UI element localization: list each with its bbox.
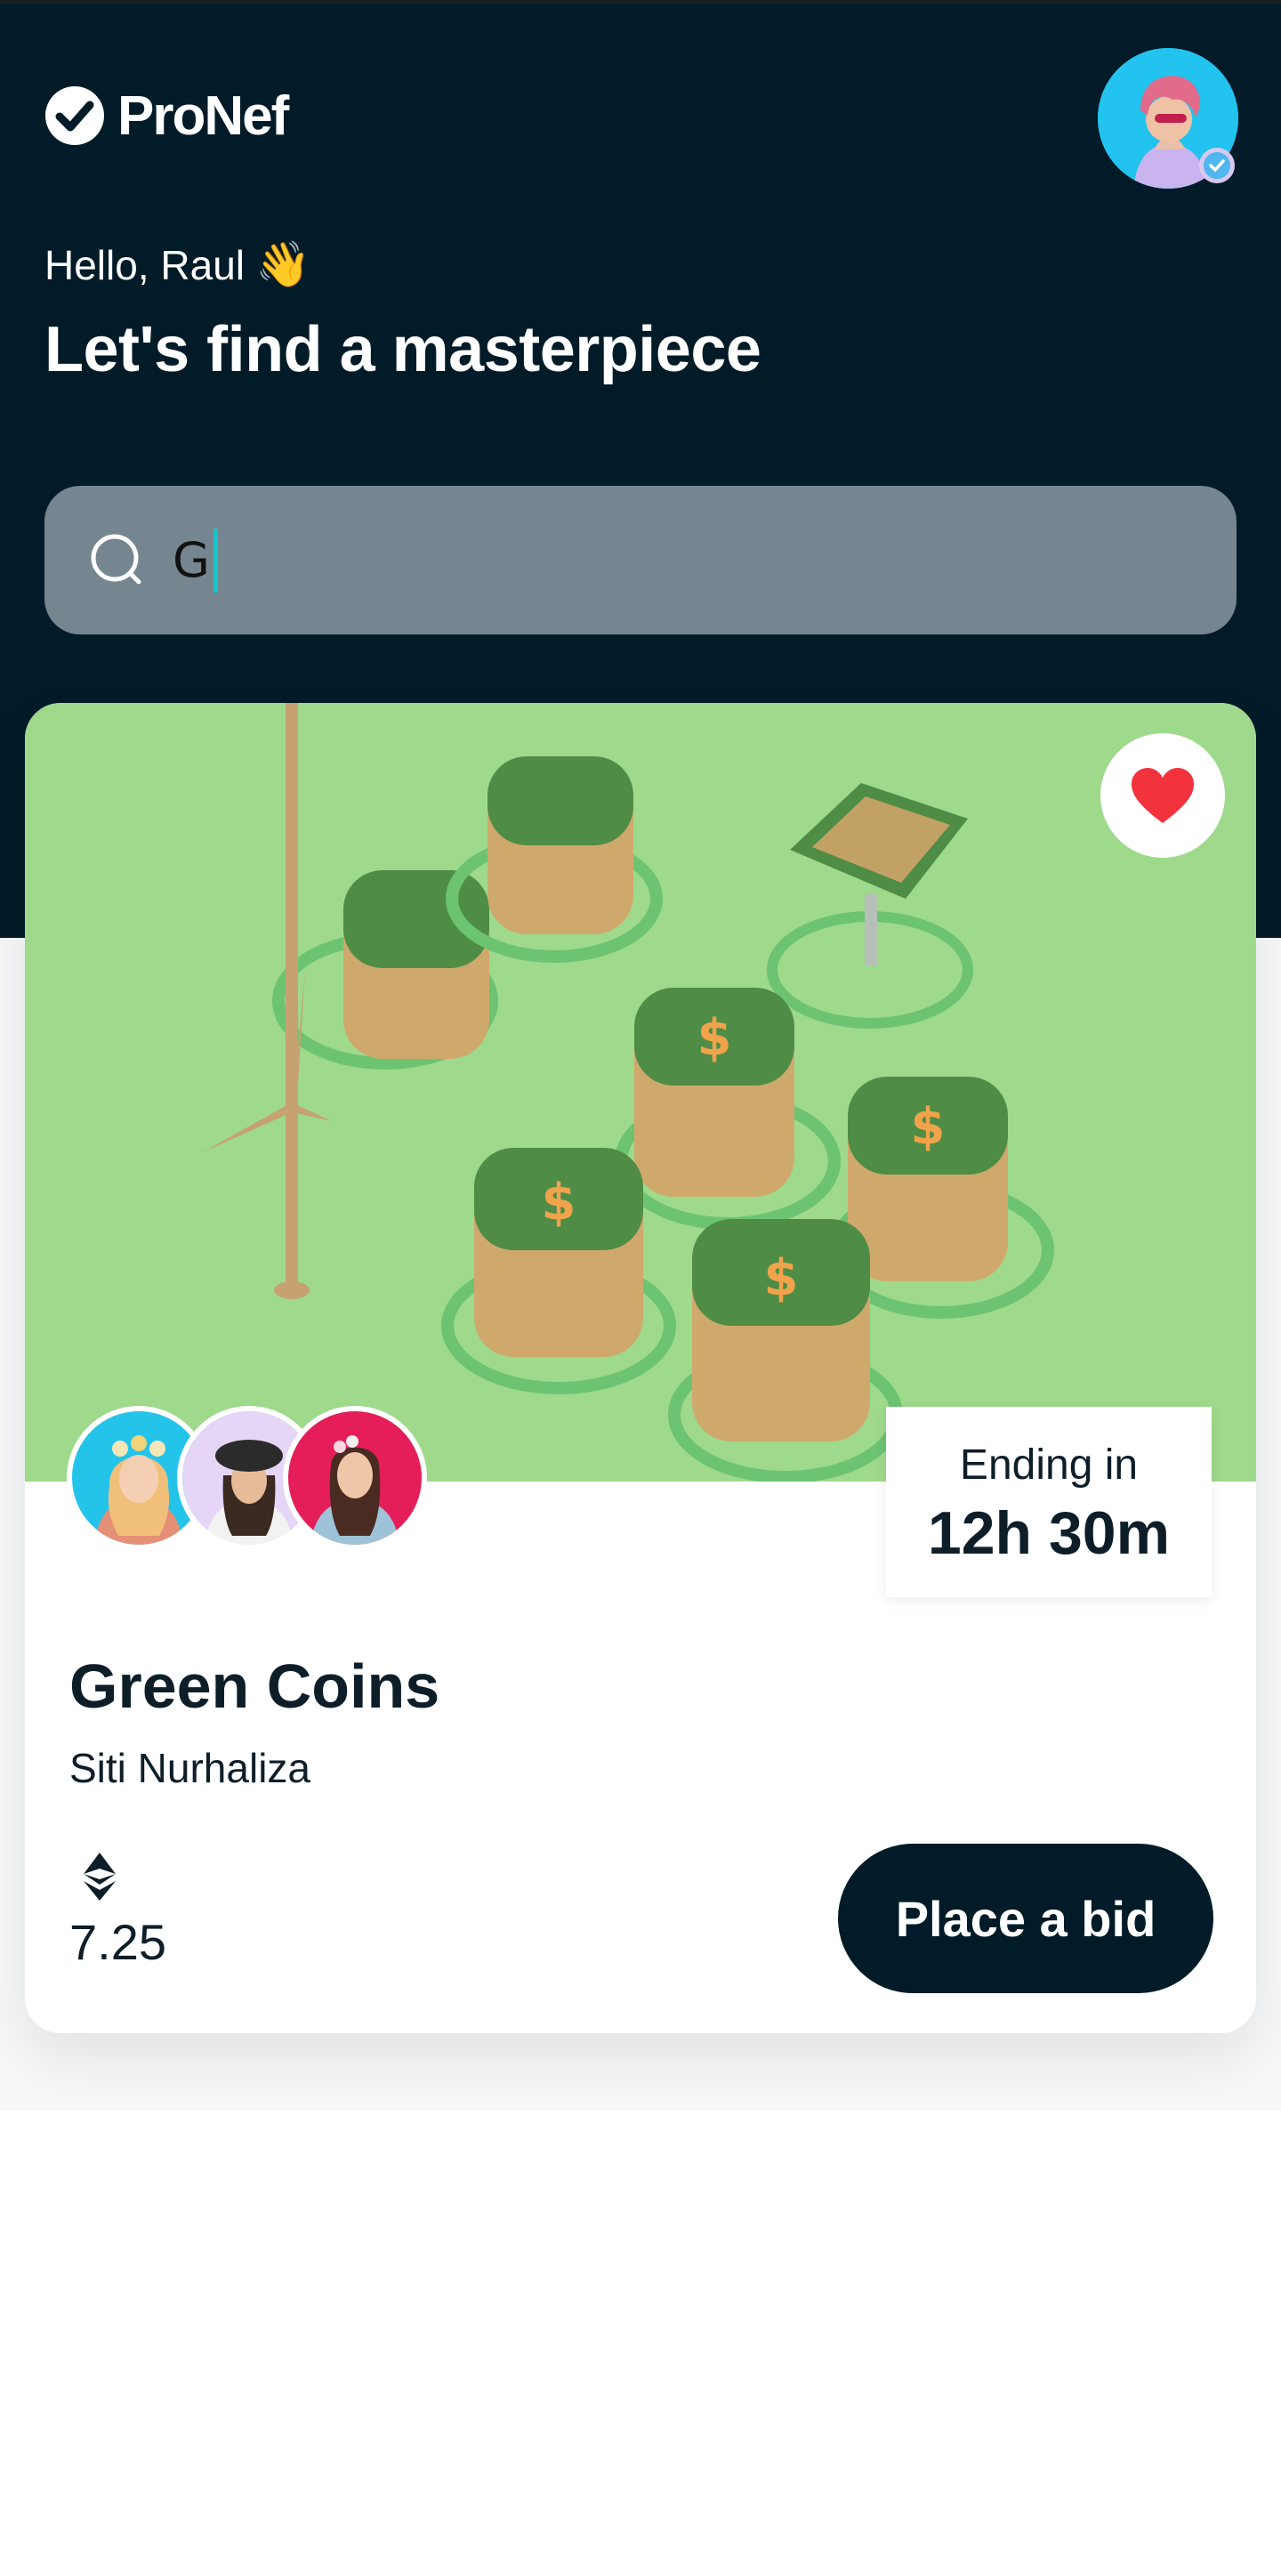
artwork-image: $ $ $ $ <box>25 703 1256 1482</box>
svg-text:$: $ <box>542 1174 576 1231</box>
timer-value: 12h 30m <box>927 1499 1171 1567</box>
search-value: G <box>173 532 210 588</box>
ethereum-icon <box>84 1853 116 1901</box>
greeting-text: Hello, Raul <box>44 241 245 288</box>
svg-text:$: $ <box>911 1098 946 1156</box>
nft-card[interactable]: $ $ $ $ Ending in 12h 30m Green Coins Si… <box>25 703 1256 2033</box>
place-bid-button[interactable]: Place a bid <box>838 1844 1213 1993</box>
favorite-button[interactable] <box>1100 733 1225 858</box>
brand-logo[interactable]: ProNef <box>44 85 289 147</box>
search-input[interactable]: G <box>44 486 1237 634</box>
heart-icon <box>1132 768 1194 823</box>
search-field-value[interactable]: G <box>173 528 218 593</box>
nft-title: Green Coins <box>69 1651 440 1721</box>
brand-name: ProNef <box>117 85 289 147</box>
svg-text:$: $ <box>697 1009 732 1067</box>
brand-check-icon <box>45 86 104 145</box>
verified-badge-icon <box>1199 148 1235 183</box>
greeting: Hello, Raul 👋 <box>44 238 310 291</box>
wave-emoji-icon: 👋 <box>255 239 311 289</box>
nft-price: 7.25 <box>69 1914 166 1970</box>
auction-timer: Ending in 12h 30m <box>886 1407 1212 1597</box>
page-title: Let's find a masterpiece <box>44 314 761 385</box>
timer-label: Ending in <box>959 1441 1139 1489</box>
svg-text:$: $ <box>764 1249 799 1307</box>
nft-creator[interactable]: Siti Nurhaliza <box>69 1744 310 1792</box>
search-icon <box>91 534 141 584</box>
text-caret <box>213 528 218 593</box>
bidder-avatar-3[interactable] <box>283 1406 427 1550</box>
